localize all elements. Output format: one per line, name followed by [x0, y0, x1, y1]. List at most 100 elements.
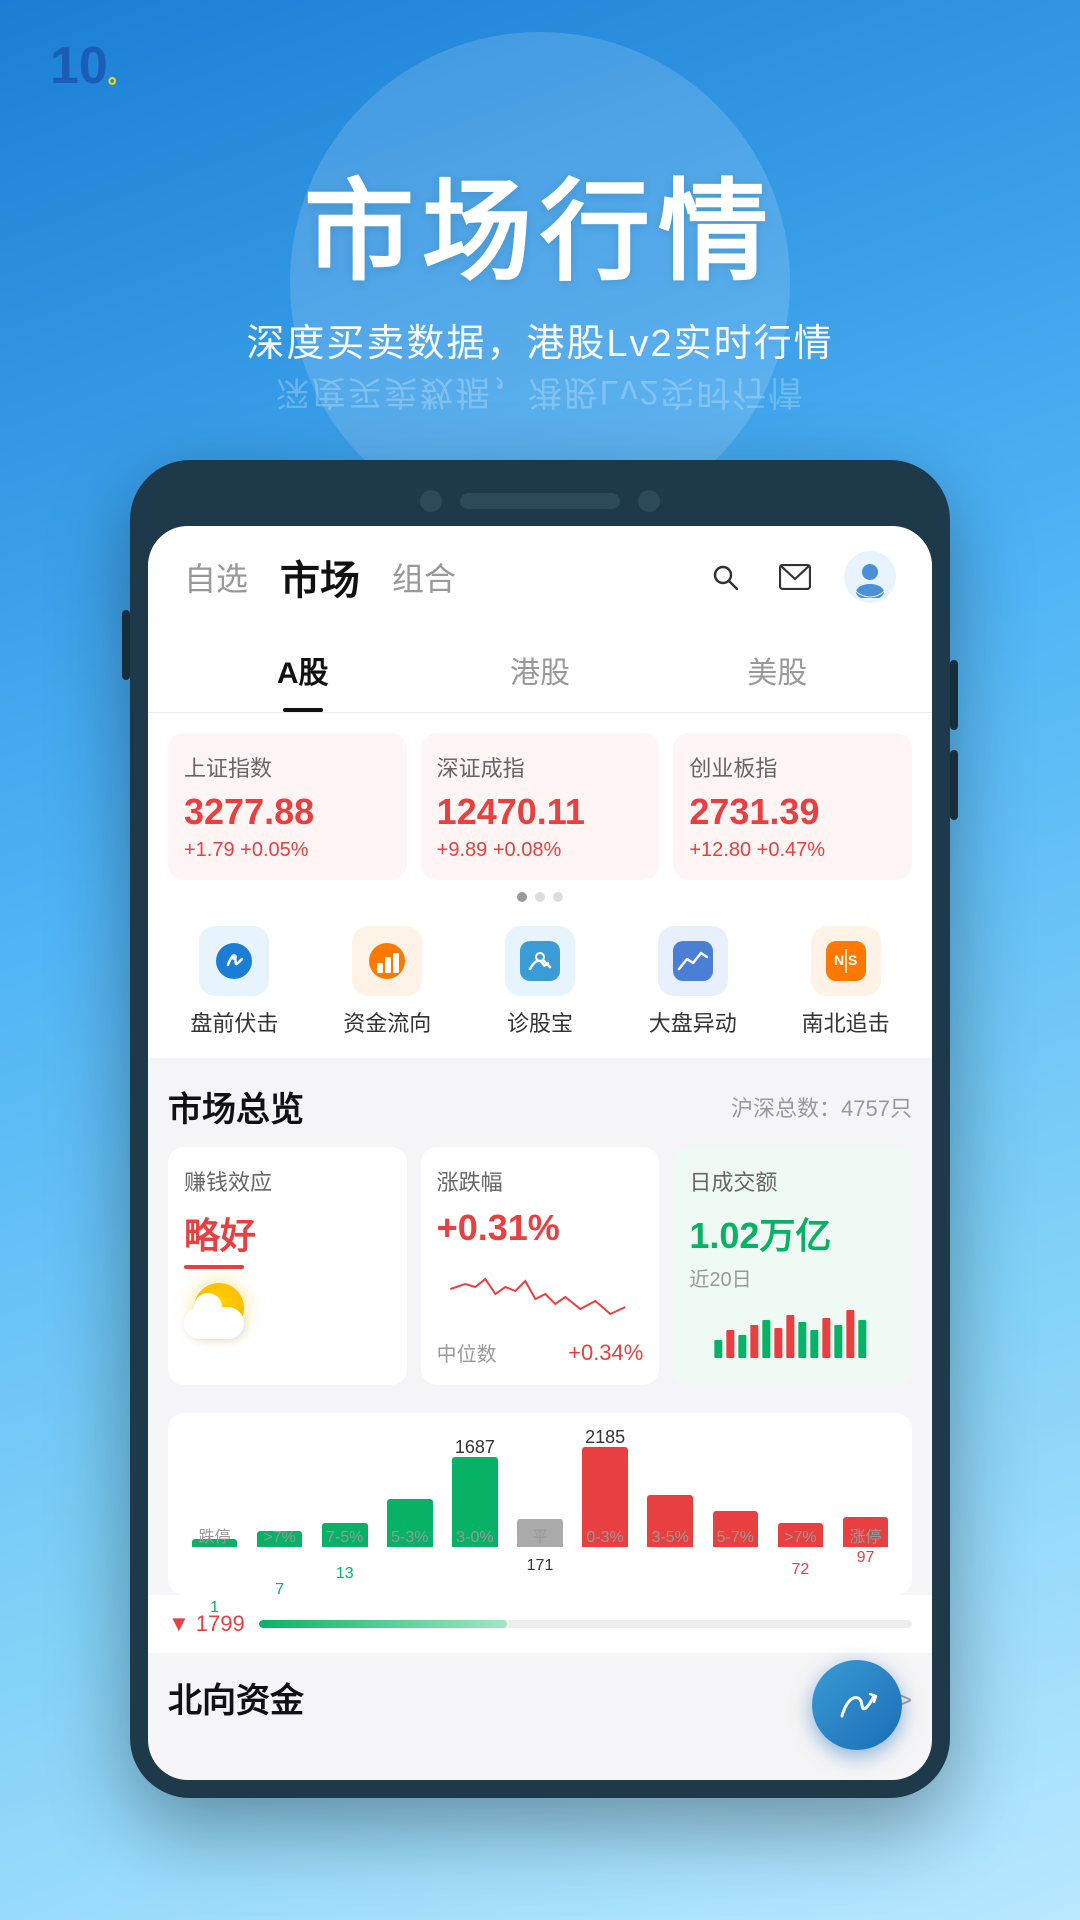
daily-volume-title: 日成交额	[689, 1165, 896, 1197]
tab-watchlist[interactable]: 自选	[184, 554, 248, 600]
rise-fall-chart	[437, 1259, 644, 1329]
bottom-progress-bar: ▼ 1799	[148, 1595, 932, 1653]
hero-subtitle: 深度买卖数据，港股Lv2实时行情	[0, 312, 1080, 367]
weather-illustration	[184, 1279, 264, 1339]
fab-button[interactable]	[812, 1660, 902, 1750]
zhengubao-icon	[505, 926, 575, 996]
panqian-label: 盘前伏击	[190, 1006, 278, 1038]
fab-container	[148, 1730, 932, 1780]
hero-subtitle-mirror: 深度买卖数据，港股Lv2实时行情	[0, 371, 1080, 420]
bar-label-75: 7-5%	[326, 1529, 363, 1547]
index-cards-row: 上证指数 3277.88 +1.79 +0.05% 深证成指 12470.11 …	[148, 713, 932, 880]
zhengubao-label: 诊股宝	[507, 1006, 573, 1038]
market-overview-title: 市场总览	[168, 1082, 304, 1131]
shenzhen-index-change: +9.89 +0.08%	[437, 839, 644, 862]
bar-label-03: 0-3%	[586, 1529, 623, 1547]
qa-market-change[interactable]: 大盘异动	[616, 926, 769, 1038]
bar-val-flat: 171	[527, 1557, 554, 1575]
distribution-bars: 1 跌停 7 >7% 13 7-5%	[182, 1429, 898, 1579]
cloud-icon	[184, 1307, 244, 1339]
bar-label-down7: >7%	[263, 1529, 295, 1547]
bar-val-dizting: 1	[210, 1599, 219, 1617]
hero-section: 市场行情 深度买卖数据，港股Lv2实时行情 深度买卖数据，港股Lv2实时行情	[0, 112, 1080, 460]
meta-value: 4757只	[841, 1096, 912, 1121]
rise-fall-value: +0.31%	[437, 1207, 644, 1249]
phone-screen: 自选 市场 组合	[148, 526, 932, 1780]
earpiece-speaker	[460, 493, 620, 509]
tab-us-shares[interactable]: 美股	[659, 628, 896, 712]
money-effect-title: 赚钱效应	[184, 1165, 391, 1197]
daily-volume-card[interactable]: 日成交额 1.02万亿 近20日	[673, 1147, 912, 1385]
front-sensor	[638, 490, 660, 512]
shanghai-change-abs: +1.79	[184, 839, 235, 861]
bar-col-75: 13 7-5%	[312, 1523, 377, 1547]
shanghai-index-change: +1.79 +0.05%	[184, 839, 391, 862]
tab-a-shares[interactable]: A股	[184, 628, 421, 712]
progress-bar-fill	[259, 1620, 507, 1628]
chinext-change-abs: +12.80	[689, 839, 751, 861]
app-nav-bar: 自选 市场 组合	[148, 526, 932, 628]
bar-col-03: 2185 0-3%	[573, 1447, 638, 1547]
capital-flow-icon	[352, 926, 422, 996]
phone-left-buttons	[122, 610, 130, 680]
daily-volume-value: 1.02万亿	[689, 1207, 896, 1259]
shenzhen-change-pct: +0.08%	[493, 839, 561, 861]
search-icon[interactable]	[704, 556, 746, 598]
volume-up-button	[950, 660, 958, 730]
nav-tabs: 自选 市场 组合	[184, 548, 456, 606]
phone-body: 自选 市场 组合	[130, 460, 950, 1798]
money-effect-value: 略好	[184, 1207, 391, 1259]
volume-mini-bars	[689, 1300, 896, 1360]
panqian-icon	[199, 926, 269, 996]
shanghai-index-name: 上证指数	[184, 751, 391, 783]
arrow-down-icon: ▼	[168, 1611, 190, 1637]
market-overview-header: 市场总览 沪深总数：4757只	[168, 1082, 912, 1131]
distribution-chart-section: 1 跌停 7 >7% 13 7-5%	[168, 1413, 912, 1595]
shenzhen-index-value: 12470.11	[437, 791, 644, 833]
qa-capital-flow[interactable]: 资金流向	[311, 926, 464, 1038]
progress-value: 1799	[196, 1611, 245, 1637]
daily-volume-sub: 近20日	[689, 1263, 896, 1292]
bar-label-35: 3-5%	[652, 1529, 689, 1547]
user-avatar[interactable]	[844, 551, 896, 603]
north-capital-title: 北向资金	[168, 1673, 304, 1722]
capital-flow-label: 资金流向	[343, 1006, 431, 1038]
chinext-change-pct: +0.47%	[757, 839, 825, 861]
bar-val-down7: 7	[275, 1581, 284, 1599]
shanghai-index-card[interactable]: 上证指数 3277.88 +1.79 +0.05%	[168, 733, 407, 880]
bar-label-53: 5-3%	[391, 1529, 428, 1547]
app-content: 自选 市场 组合	[148, 526, 932, 1780]
mail-icon[interactable]	[774, 556, 816, 598]
bar-col-30: 1687 3-0%	[442, 1457, 507, 1547]
version-dot: 。	[108, 63, 130, 88]
front-camera	[420, 490, 442, 512]
qa-panqian[interactable]: 盘前伏击	[158, 926, 311, 1038]
dot-3	[553, 892, 563, 902]
tab-market[interactable]: 市场	[280, 548, 360, 606]
shanghai-change-pct: +0.05%	[240, 839, 308, 861]
qa-zhengubao[interactable]: 诊股宝	[464, 926, 617, 1038]
bar-col-up7: 72 >7%	[768, 1523, 833, 1547]
median-label: 中位数	[437, 1338, 497, 1367]
bar-col-zhangtinng: 97 涨停	[833, 1517, 898, 1547]
quick-access-row: 盘前伏击 资金流向	[148, 910, 932, 1058]
stock-market-tabs: A股 港股 美股	[148, 628, 932, 713]
dot-2	[535, 892, 545, 902]
bar-val-35: 328	[657, 1499, 684, 1517]
money-effect-card[interactable]: 赚钱效应 略好	[168, 1147, 407, 1385]
bar-col-53: 91 5-3%	[377, 1499, 442, 1547]
median-value: +0.34%	[568, 1340, 643, 1366]
shenzhen-index-card[interactable]: 深证成指 12470.11 +9.89 +0.08%	[421, 733, 660, 880]
dot-1	[517, 892, 527, 902]
tab-portfolio[interactable]: 组合	[392, 554, 456, 600]
pagination-dots	[148, 880, 932, 910]
rise-fall-card[interactable]: 涨跌幅 +0.31% 中位数 +0.34%	[421, 1147, 660, 1385]
chinext-index-card[interactable]: 创业板指 2731.39 +12.80 +0.47%	[673, 733, 912, 880]
tab-hk-shares[interactable]: 港股	[421, 628, 658, 712]
phone-top-bar	[148, 478, 932, 526]
bar-col-35: 328 3-5%	[638, 1495, 703, 1547]
chinext-index-change: +12.80 +0.47%	[689, 839, 896, 862]
market-change-icon	[658, 926, 728, 996]
qa-nanbei[interactable]: N S 南北追击	[769, 926, 922, 1038]
progress-label: ▼ 1799	[168, 1611, 245, 1637]
